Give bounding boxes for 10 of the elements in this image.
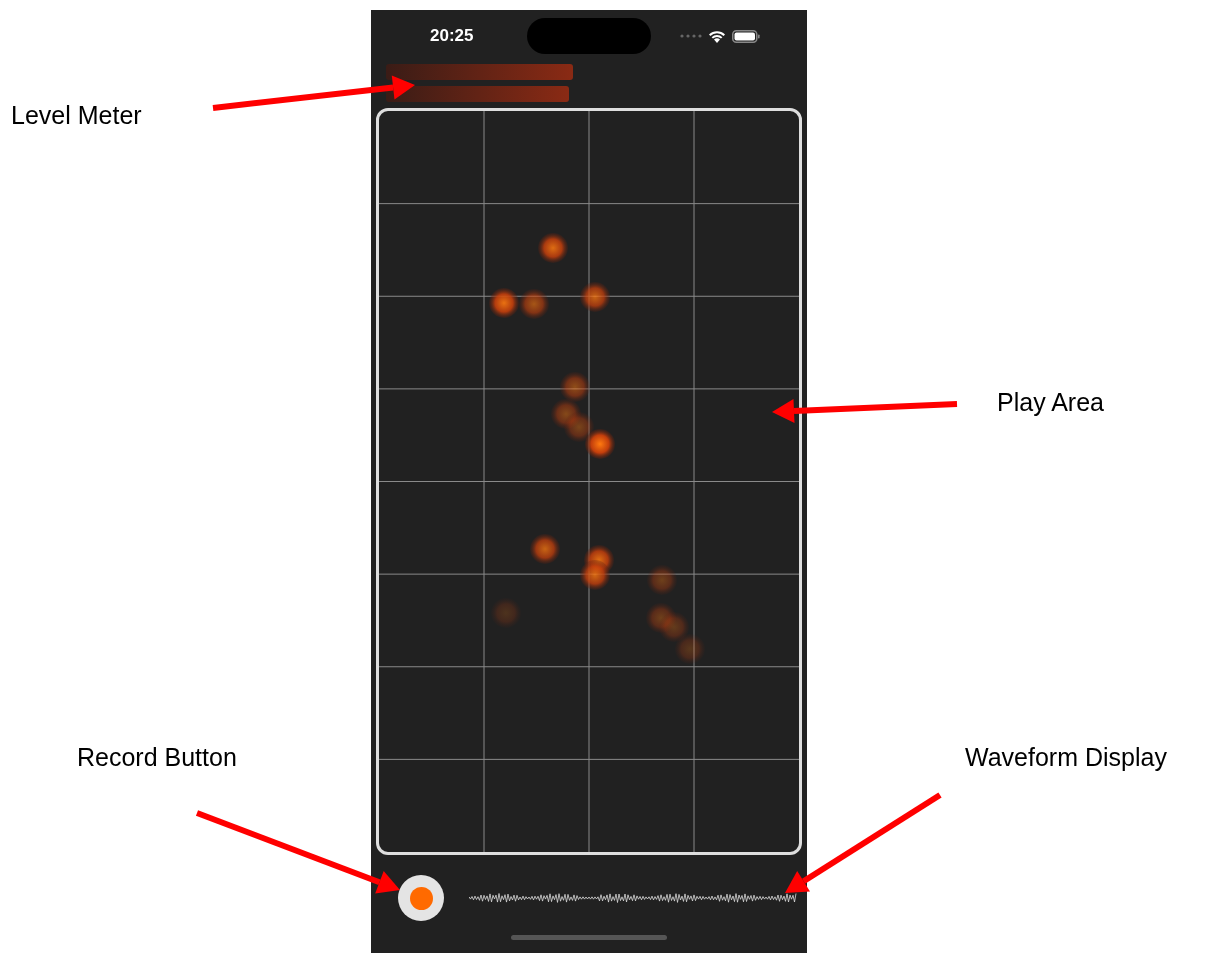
record-icon xyxy=(409,886,433,910)
signal-icon xyxy=(680,34,702,38)
annotation-label: Waveform Display xyxy=(965,743,1167,772)
battery-icon xyxy=(732,29,760,43)
annotation-label: Level Meter xyxy=(11,101,142,130)
annotation-label: Play Area xyxy=(997,388,1104,417)
record-button[interactable] xyxy=(398,875,444,921)
annotation-label: Record Button xyxy=(77,743,237,772)
wifi-icon xyxy=(708,29,726,43)
status-time: 20:25 xyxy=(430,26,475,46)
